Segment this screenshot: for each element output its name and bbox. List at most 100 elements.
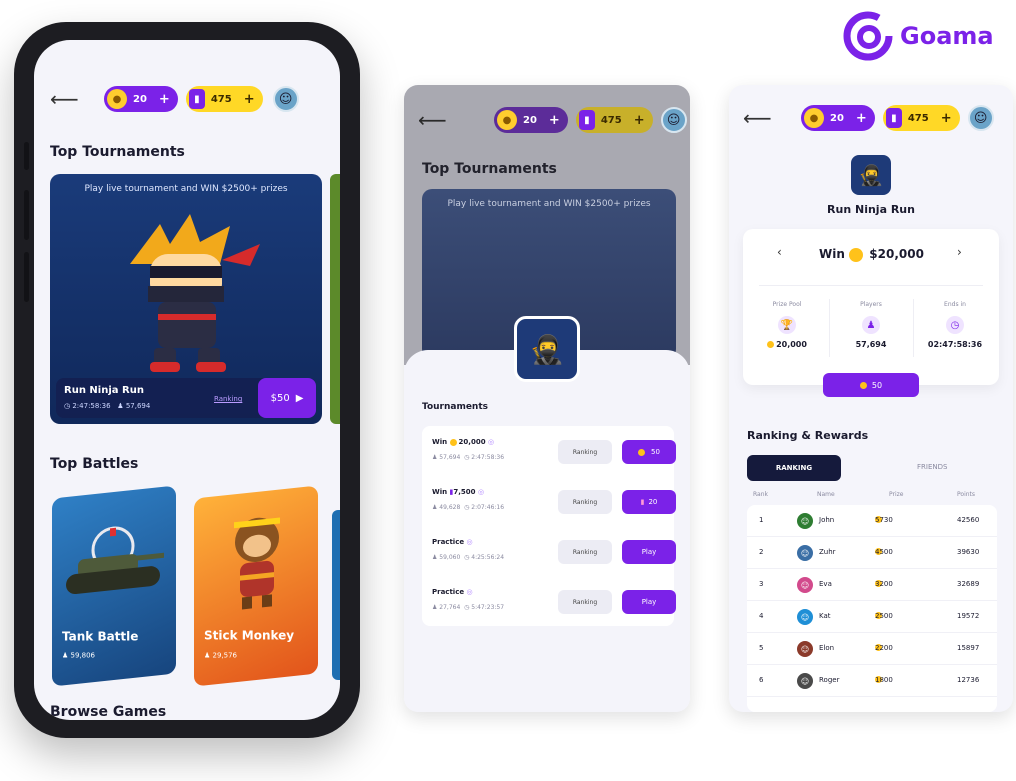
- leaderboard: 1 ☺ John 5730 42560 2 ☺ Zuhr 4500 39630 3 ☺ Eva 3200 3…: [747, 505, 997, 712]
- leaderboard-row[interactable]: 4 ☺ Kat 2500 19572: [747, 601, 997, 633]
- coin-icon: [638, 448, 646, 456]
- leaderboard-row[interactable]: 3 ☺ Eva 3200 32689: [747, 569, 997, 601]
- tournament-row[interactable]: Practice ◎ ♟ 27,764 ◷ 5:47:23:57 Ranking…: [422, 576, 676, 626]
- row-meta: ♟ 59,060 ◷ 4:25:56:24: [432, 554, 505, 561]
- coin-icon: [449, 438, 457, 446]
- stat-label: Ends in: [944, 301, 966, 308]
- tab-friends[interactable]: FRIENDS: [917, 463, 947, 471]
- next-arrow-icon[interactable]: ›: [957, 245, 962, 259]
- coin-icon: [767, 341, 775, 348]
- profile-avatar[interactable]: ☺: [660, 107, 687, 133]
- row-name: Elon: [819, 644, 835, 652]
- row-title-text: Practice: [432, 588, 465, 596]
- game-thumbnail: 🥷: [851, 155, 891, 195]
- add-coins-icon[interactable]: +: [549, 113, 560, 128]
- enter-button[interactable]: 50: [622, 440, 676, 464]
- divider: [759, 285, 983, 286]
- next-card-peek: [330, 174, 340, 424]
- top-bar: ⟵ ● 20 + ▮ 475 + ☺: [34, 86, 340, 112]
- ranking-button[interactable]: Ranking: [558, 440, 612, 464]
- player-avatar: ☺: [797, 513, 813, 529]
- phone-side-button: [24, 190, 29, 240]
- ranking-button[interactable]: Ranking: [558, 540, 612, 564]
- tournament-row[interactable]: Win 20,000 ◎ ♟ 57,694 ◷ 2:47:58:36 Ranki…: [422, 426, 676, 476]
- win-label: Win: [819, 247, 845, 261]
- row-points: 12736: [957, 676, 980, 684]
- row-name: John: [819, 516, 835, 524]
- coin-balance-pill[interactable]: ● 20 +: [801, 105, 875, 131]
- players-icon: ♟: [117, 402, 124, 410]
- tournament-detail-screen: ⟵ ● 20 + ▮ 475 + ☺ 🥷 Run Ninja Run ‹ Win…: [729, 85, 1013, 712]
- row-points: 15897: [957, 644, 980, 652]
- hero-meta: ◷ 2:47:58:36 ♟ 57,694: [64, 402, 150, 410]
- row-points: 42560: [957, 516, 980, 524]
- entry-label: 50: [871, 380, 883, 390]
- row-meta: ♟ 57,694 ◷ 2:47:58:36: [432, 454, 505, 461]
- phone-side-button: [24, 252, 29, 302]
- stat-prize-pool: Prize Pool 🏆 20,000: [747, 301, 827, 349]
- row-rank: 3: [759, 580, 764, 588]
- stat-value-text: 20,000: [776, 340, 807, 349]
- ticket-balance-pill[interactable]: ▮ 475 +: [882, 105, 960, 131]
- back-arrow-icon[interactable]: ⟵: [743, 106, 772, 130]
- back-arrow-icon[interactable]: ⟵: [50, 87, 79, 111]
- row-prize: 20,000: [458, 438, 486, 446]
- add-coins-icon[interactable]: +: [159, 92, 170, 107]
- play-triangle-icon: ▶: [295, 392, 304, 404]
- coin-balance: 20: [830, 112, 844, 124]
- ticket-balance-pill[interactable]: ▮ 475 +: [575, 107, 653, 133]
- play-button[interactable]: Play: [622, 540, 676, 564]
- profile-avatar[interactable]: ☺: [272, 86, 299, 112]
- featured-tournament-card[interactable]: Play live tournament and WIN $2500+ priz…: [50, 174, 322, 424]
- ticket-balance: 475: [210, 93, 232, 105]
- battle-card-tank[interactable]: Tank Battle ♟ 59,806: [52, 485, 176, 687]
- row-points: 39630: [957, 548, 980, 556]
- phone-side-button: [24, 142, 29, 170]
- play-button[interactable]: Play: [622, 590, 676, 614]
- ticket-icon: ▮: [188, 89, 205, 109]
- tab-ranking[interactable]: RANKING: [747, 455, 841, 481]
- profile-avatar[interactable]: ☺: [967, 105, 994, 131]
- row-prize-text: 2500: [875, 612, 893, 620]
- leaderboard-row[interactable]: 6 ☺ Roger 1800 12736: [747, 665, 997, 697]
- leaderboard-row[interactable]: 2 ☺ Zuhr 4500 39630: [747, 537, 997, 569]
- row-time: 2:47:58:36: [471, 454, 505, 461]
- ranking-button[interactable]: Ranking: [558, 590, 612, 614]
- col-points: Points: [957, 491, 976, 498]
- battle-card-monkey[interactable]: Stick Monkey ♟ 29,576: [194, 485, 318, 687]
- add-tickets-icon[interactable]: +: [634, 113, 645, 128]
- add-tickets-icon[interactable]: +: [244, 92, 255, 107]
- back-arrow-icon[interactable]: ⟵: [418, 108, 447, 132]
- coin-balance-pill[interactable]: ● 20 +: [494, 107, 568, 133]
- row-rank: 6: [759, 676, 764, 684]
- ranking-link[interactable]: Ranking: [214, 395, 242, 403]
- player-avatar: ☺: [797, 545, 813, 561]
- hero-play-button[interactable]: $50 ▶: [258, 378, 316, 418]
- add-coins-icon[interactable]: +: [856, 111, 867, 126]
- enter-label: 50: [651, 448, 660, 456]
- coin-icon: ●: [497, 110, 517, 130]
- enter-tournament-button[interactable]: 50: [823, 373, 919, 397]
- tournament-row[interactable]: Practice ◎ ♟ 59,060 ◷ 4:25:56:24 Ranking…: [422, 526, 676, 576]
- coin-balance-pill[interactable]: ● 20 +: [104, 86, 178, 112]
- prize-card: ‹ Win $20,000 › Prize Pool 🏆 20,000 Play…: [743, 229, 999, 385]
- leaderboard-row[interactable]: 1 ☺ John 5730 42560: [747, 505, 997, 537]
- info-icon: ◎: [488, 438, 495, 446]
- enter-label: 20: [648, 498, 658, 506]
- monkey-icon: [234, 517, 280, 610]
- brand-name: Goama: [900, 22, 994, 50]
- hero-players: 57,694: [125, 402, 151, 410]
- row-rank: 2: [759, 548, 764, 556]
- ranking-button[interactable]: Ranking: [558, 490, 612, 514]
- tournament-row[interactable]: Win ▮7,500 ◎ ♟ 49,628 ◷ 2:07:46:16 Ranki…: [422, 476, 676, 526]
- enter-button[interactable]: ▮ 20: [622, 490, 676, 514]
- add-tickets-icon[interactable]: +: [941, 111, 952, 126]
- coin-icon: [859, 381, 867, 389]
- stat-label: Players: [860, 301, 882, 308]
- row-name: Kat: [819, 612, 831, 620]
- row-rank: 4: [759, 612, 764, 620]
- leaderboard-row[interactable]: 5 ☺ Elon 2200 15897: [747, 633, 997, 665]
- ticket-balance-pill[interactable]: ▮ 475 +: [185, 86, 263, 112]
- goama-logo-icon: [843, 11, 893, 61]
- prev-arrow-icon[interactable]: ‹: [777, 245, 782, 259]
